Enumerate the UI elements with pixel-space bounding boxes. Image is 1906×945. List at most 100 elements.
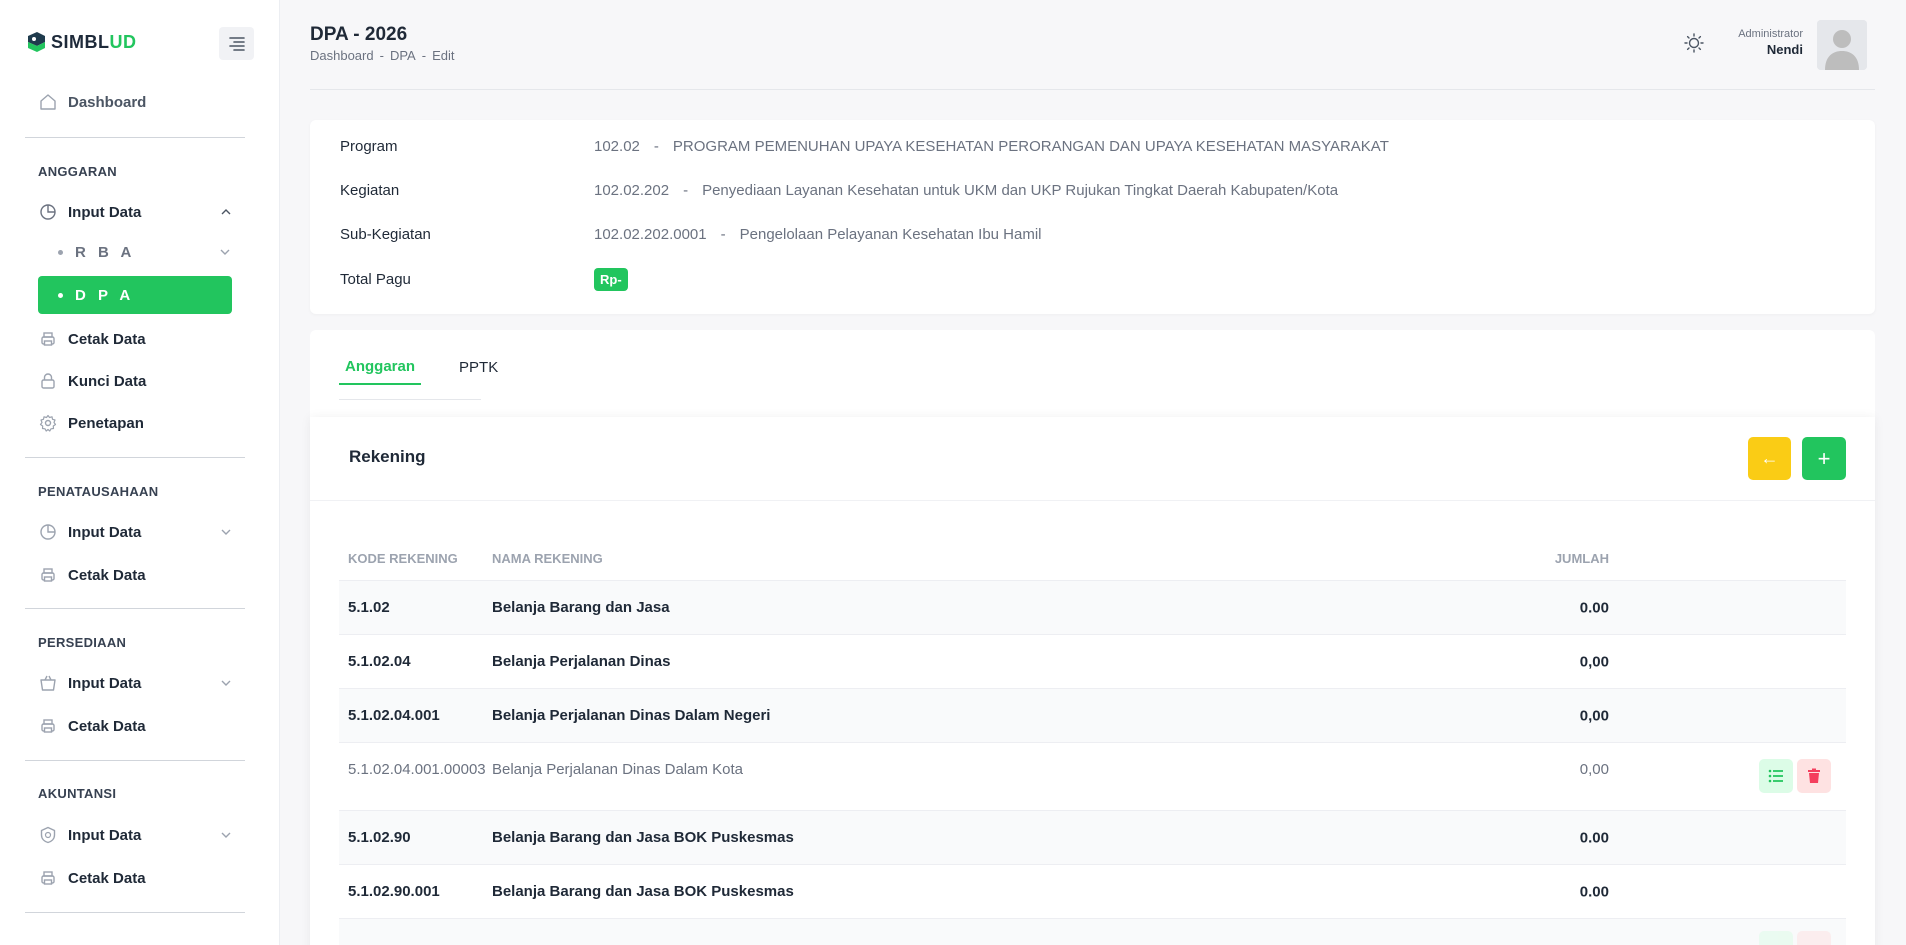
- badge-icon: [38, 825, 58, 845]
- sidebar-divider: [25, 760, 245, 761]
- sidebar-item-label: Cetak Data: [68, 330, 146, 348]
- table-row[interactable]: 5.1.02.90 Belanja Barang dan Jasa BOK Pu…: [339, 811, 1846, 865]
- info-label: Total Pagu: [340, 271, 411, 288]
- printer-icon: [38, 565, 58, 585]
- bullet-icon: [58, 292, 63, 298]
- anggaran-card: Anggaran PPTK Rekening ← + KODE REKENING…: [310, 330, 1875, 945]
- sidebar-item-persediaan-cetak-data[interactable]: Cetak Data: [38, 706, 233, 746]
- info-label: Kegiatan: [340, 182, 400, 199]
- breadcrumb-item-dpa[interactable]: DPA: [390, 48, 416, 63]
- breadcrumb-item-edit: Edit: [432, 48, 455, 63]
- info-row-subkegiatan: Sub-Kegiatan 102.02.202.0001 - Pengelola…: [340, 226, 1042, 243]
- table-header: KODE REKENING NAMA REKENING JUMLAH: [339, 537, 1846, 581]
- sidebar-item-label: Input Data: [68, 674, 142, 692]
- tab-anggaran[interactable]: Anggaran: [339, 350, 422, 385]
- info-separator: -: [683, 182, 689, 199]
- breadcrumb-item-dashboard[interactable]: Dashboard: [310, 48, 374, 63]
- sidebar-toggle-button[interactable]: [219, 27, 254, 60]
- rekening-table: KODE REKENING NAMA REKENING JUMLAH 5.1.0…: [339, 537, 1846, 945]
- printer-icon: [38, 716, 58, 736]
- avatar[interactable]: [1817, 20, 1867, 70]
- user-name: Nendi: [1766, 42, 1803, 57]
- kegiatan-code: 102.02.202: [594, 182, 670, 199]
- cell-jumlah: 0,00: [1579, 707, 1609, 724]
- tab-bar: Anggaran PPTK: [339, 350, 498, 400]
- sidebar-item-persediaan-input-data[interactable]: Input Data: [38, 663, 233, 703]
- delete-button[interactable]: [1797, 759, 1831, 793]
- chevron-down-icon: [219, 676, 233, 690]
- cell-jumlah: 0.00: [1579, 883, 1609, 900]
- printer-icon: [38, 868, 58, 888]
- detail-button[interactable]: [1759, 759, 1793, 793]
- sidebar-item-penatausahaan-input-data[interactable]: Input Data: [38, 512, 233, 552]
- table-row[interactable]: 5.1.02.04.001.00003 Belanja Perjalanan D…: [339, 743, 1846, 811]
- chevron-down-icon: [219, 828, 233, 842]
- cell-jumlah: 0,00: [1579, 653, 1609, 670]
- add-rekening-button[interactable]: +: [1802, 437, 1846, 480]
- cell-jumlah: 0.00: [1579, 599, 1609, 616]
- info-label: Sub-Kegiatan: [340, 226, 431, 243]
- sidebar-item-dpa[interactable]: D P A: [38, 276, 232, 314]
- subkegiatan-code: 102.02.202.0001: [594, 226, 707, 243]
- sidebar-item-dashboard[interactable]: Dashboard: [38, 82, 233, 122]
- sidebar-item-penatausahaan-cetak-data[interactable]: Cetak Data: [38, 555, 233, 595]
- cell-kode: 5.1.02.04.001: [348, 707, 440, 724]
- chevron-down-icon: [218, 245, 232, 259]
- sidebar-item-label: Cetak Data: [68, 717, 146, 735]
- detail-button[interactable]: [1759, 931, 1793, 945]
- sidebar-item-label: Input Data: [68, 523, 142, 541]
- sidebar-item-penetapan[interactable]: Penetapan: [38, 403, 233, 443]
- user-info[interactable]: Administrator Nendi: [1738, 28, 1803, 57]
- user-avatar-icon: [1817, 20, 1867, 70]
- printer-icon: [38, 329, 58, 349]
- sidebar-item-akuntansi-input-data[interactable]: Input Data: [38, 815, 233, 855]
- delete-button[interactable]: [1797, 931, 1831, 945]
- sidebar-item-anggaran-cetak-data[interactable]: Cetak Data: [38, 319, 233, 359]
- section-title-akuntansi: AKUNTANSI: [38, 786, 117, 801]
- pie-chart-icon: [38, 202, 58, 222]
- back-button[interactable]: ←: [1748, 437, 1791, 480]
- sidebar-divider: [25, 608, 245, 609]
- table-row[interactable]: 5.1.02.04 Belanja Perjalanan Dinas 0,00: [339, 635, 1846, 689]
- sidebar-item-label: Penetapan: [68, 414, 144, 432]
- kegiatan-name: Penyediaan Layanan Kesehatan untuk UKM d…: [702, 182, 1339, 199]
- sidebar-item-rba[interactable]: R B A: [38, 233, 232, 271]
- tab-pptk[interactable]: PPTK: [459, 350, 498, 385]
- sidebar-item-akuntansi-cetak-data[interactable]: Cetak Data: [38, 858, 233, 898]
- sidebar-divider: [25, 912, 245, 913]
- row-actions: [1759, 759, 1831, 793]
- info-separator: -: [653, 138, 659, 155]
- column-header-jumlah: JUMLAH: [1554, 551, 1609, 566]
- theme-toggle-button[interactable]: [1683, 32, 1705, 54]
- sidebar-item-label: Input Data: [68, 826, 142, 844]
- sidebar-item-kunci-data[interactable]: Kunci Data: [38, 361, 233, 401]
- sidebar-item-label: R B A: [75, 243, 136, 261]
- basket-icon: [38, 673, 58, 693]
- cell-kode: 5.1.02.04: [348, 653, 411, 670]
- breadcrumb-separator: -: [379, 48, 384, 63]
- page-title: DPA - 2026: [310, 24, 408, 45]
- program-info-card: Program 102.02 - PROGRAM PEMENUHAN UPAYA…: [310, 120, 1875, 314]
- total-pagu-badge: Rp-: [594, 268, 628, 291]
- brand-logo[interactable]: SIMBLUD: [25, 30, 137, 54]
- table-row[interactable]: 5.1.02.04.001 Belanja Perjalanan Dinas D…: [339, 689, 1846, 743]
- logo-icon: [28, 32, 45, 52]
- cell-jumlah: 0.00: [1579, 829, 1609, 846]
- sidebar-item-label: Input Data: [68, 203, 142, 221]
- table-row[interactable]: 5.1.02.90.001 Belanja Barang dan Jasa BO…: [339, 865, 1846, 919]
- chevron-up-icon: [219, 205, 233, 219]
- chevron-down-icon: [219, 525, 233, 539]
- list-icon: [1768, 769, 1783, 783]
- table-row[interactable]: 5.1.02 Belanja Barang dan Jasa 0.00: [339, 581, 1846, 635]
- table-row[interactable]: [339, 919, 1846, 945]
- sidebar-divider: [25, 457, 245, 458]
- cell-jumlah: 0,00: [1579, 761, 1609, 778]
- sidebar-item-label: Kunci Data: [68, 372, 147, 390]
- sidebar-item-anggaran-input-data[interactable]: Input Data: [38, 192, 233, 232]
- rekening-panel: Rekening ← + KODE REKENING NAMA REKENING…: [310, 417, 1875, 945]
- lock-icon: [38, 371, 58, 391]
- info-row-kegiatan: Kegiatan 102.02.202 - Penyediaan Layanan…: [340, 182, 1338, 199]
- bullet-icon: [58, 249, 63, 255]
- sidebar: SIMBLUD Dashboard ANGGARAN Input Data R …: [0, 0, 280, 945]
- section-title-penatausahaan: PENATAUSAHAAN: [38, 484, 159, 499]
